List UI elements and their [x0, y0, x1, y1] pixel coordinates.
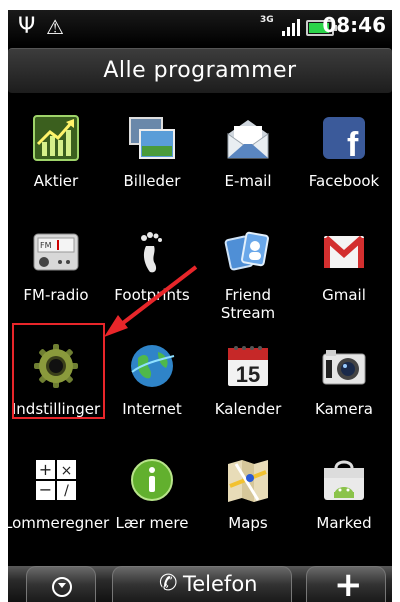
footprints-icon [141, 232, 162, 273]
warning-icon: ⚠ [46, 15, 64, 39]
app-label: Lommeregner [8, 514, 110, 532]
plus-icon: + [334, 565, 363, 602]
stocks-icon [33, 115, 79, 161]
email-icon [227, 120, 269, 159]
app-marked[interactable]: Marked [296, 448, 392, 556]
app-laer-mere[interactable]: Lær mere [104, 448, 200, 556]
app-footprints[interactable]: Footprints [104, 220, 200, 328]
app-fm-radio[interactable]: FM FM-radio [8, 220, 104, 328]
app-lommeregner[interactable]: + × − / Lommeregner [8, 448, 109, 556]
svg-text:×: × [61, 463, 73, 479]
chevron-down-icon [52, 577, 72, 597]
app-friend-stream[interactable]: Friend Stream [200, 220, 296, 328]
phone-screen: Ψ ⚠ 3G 08:46 Alle programmer Aktier Bill… [8, 10, 392, 602]
settings-highlight-box [12, 323, 105, 419]
calculator-icon: + × − / [36, 460, 76, 500]
fm-radio-icon: FM [33, 233, 79, 271]
app-label: Lær mere [115, 514, 189, 532]
app-kamera[interactable]: Kamera [296, 334, 392, 442]
info-icon [131, 459, 173, 501]
app-label: Internet [122, 400, 182, 418]
phone-icon: ✆ [159, 571, 178, 596]
network-type-label: 3G [260, 15, 274, 25]
app-label: Marked [316, 514, 372, 532]
facebook-icon: f [323, 117, 365, 162]
app-label: Aktier [33, 172, 79, 190]
app-email[interactable]: E-mail [200, 106, 296, 214]
add-button[interactable]: + [306, 565, 386, 602]
svg-text:f: f [347, 126, 359, 162]
app-label: Billeder [123, 172, 181, 190]
calendar-day: 15 [236, 362, 260, 387]
gallery-icon [129, 117, 175, 159]
app-label: Friend Stream [220, 286, 276, 322]
status-time: 08:46 [322, 13, 386, 37]
all-apps-toggle-button[interactable] [26, 566, 96, 602]
svg-text:/: / [64, 483, 69, 499]
app-label: Facebook [308, 172, 380, 190]
app-facebook[interactable]: f Facebook [296, 106, 392, 214]
app-label: Kalender [214, 400, 282, 418]
camera-icon [322, 350, 366, 385]
title-bar: Alle programmer [8, 48, 392, 94]
bottom-dock: ✆ Telefon + [8, 565, 392, 602]
app-aktier[interactable]: Aktier [8, 106, 104, 214]
maps-icon [228, 460, 268, 502]
app-billeder[interactable]: Billeder [104, 106, 200, 214]
svg-text:+: + [39, 460, 52, 479]
app-label: Gmail [322, 286, 366, 304]
app-gmail[interactable]: Gmail [296, 220, 392, 328]
phone-button-label: Telefon [183, 572, 258, 596]
phone-button[interactable]: ✆ Telefon [112, 566, 292, 602]
svg-text:FM: FM [40, 241, 52, 250]
svg-text:−: − [39, 480, 52, 499]
page-title: Alle programmer [103, 58, 297, 83]
market-icon [324, 460, 364, 500]
app-kalender[interactable]: 15 Kalender [200, 334, 296, 442]
app-maps[interactable]: Maps [200, 448, 296, 556]
status-bar: Ψ ⚠ 3G 08:46 [8, 10, 392, 46]
app-label: FM-radio [23, 286, 89, 304]
usb-icon: Ψ [18, 14, 36, 39]
gmail-icon [324, 235, 364, 268]
signal-icon [282, 18, 302, 36]
app-label: Kamera [315, 400, 373, 418]
calendar-icon: 15 [228, 346, 268, 387]
globe-icon [131, 345, 175, 387]
app-internet[interactable]: Internet [104, 334, 200, 442]
friend-stream-icon [224, 231, 269, 271]
app-label: E-mail [224, 172, 272, 190]
app-label: Maps [228, 514, 268, 532]
app-label: Footprints [114, 286, 190, 304]
